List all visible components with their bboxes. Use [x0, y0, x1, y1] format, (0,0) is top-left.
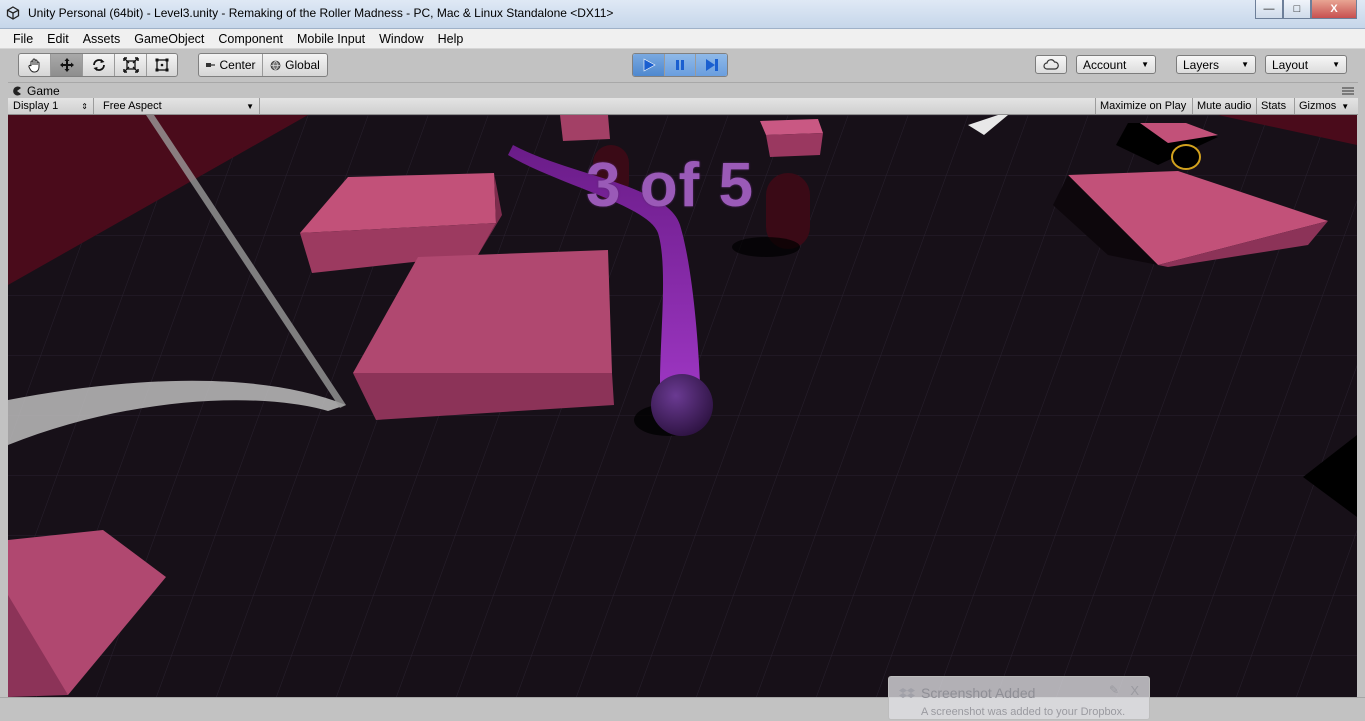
layout-dropdown[interactable]: Layout ▼	[1265, 55, 1347, 74]
pickup-counter: 3 of 5	[586, 151, 754, 220]
account-label: Account	[1083, 57, 1127, 72]
pivot-toggles: Center Global	[198, 53, 328, 77]
game-view-toolbar: Display 1 ⇕ Free Aspect ▼ Maximize on Pl…	[8, 98, 1358, 115]
menu-help[interactable]: Help	[431, 32, 471, 46]
rotate-tool-button[interactable]	[83, 54, 115, 76]
gizmos-dropdown[interactable]: Gizmos ▼	[1294, 98, 1356, 114]
rotate-icon	[92, 59, 105, 71]
tab-game[interactable]: Game	[12, 84, 60, 98]
hand-tool-button[interactable]	[19, 54, 51, 76]
dropbox-notification[interactable]: Screenshot Added A screenshot was added …	[888, 676, 1150, 720]
chevron-down-icon: ▼	[1332, 60, 1340, 69]
notification-close-button[interactable]: X	[1130, 683, 1139, 698]
play-controls	[632, 53, 728, 77]
window-title: Unity Personal (64bit) - Level3.unity - …	[28, 6, 614, 20]
step-button[interactable]	[696, 54, 727, 76]
menu-component[interactable]: Component	[211, 32, 290, 46]
pause-icon	[676, 60, 684, 70]
globe-icon	[270, 60, 281, 70]
play-icon	[643, 58, 656, 72]
space-global-button[interactable]: Global	[263, 54, 327, 76]
window-controls: — □ X	[1255, 0, 1357, 19]
menu-mobile-input[interactable]: Mobile Input	[290, 32, 372, 46]
pivot-icon	[206, 63, 216, 67]
menu-assets[interactable]: Assets	[76, 32, 128, 46]
chevron-down-icon: ▼	[1341, 101, 1350, 111]
menu-gameobject[interactable]: GameObject	[127, 32, 211, 46]
scale-tool-button[interactable]	[115, 54, 147, 76]
pin-icon[interactable]: ✎	[1109, 683, 1119, 697]
space-label: Global	[285, 58, 320, 72]
scale-icon	[122, 57, 139, 73]
layers-dropdown[interactable]: Layers ▼	[1176, 55, 1256, 74]
chevron-down-icon: ▼	[1241, 60, 1249, 69]
maximize-on-play-toggle[interactable]: Maximize on Play	[1095, 98, 1191, 114]
updown-icon: ⇕	[81, 101, 88, 111]
tab-game-label: Game	[27, 84, 60, 98]
collab-cloud-button[interactable]	[1035, 55, 1067, 74]
pickup-gold	[1171, 144, 1201, 170]
status-bar	[0, 697, 1365, 721]
hand-icon	[27, 58, 39, 73]
enemy-shadow	[732, 237, 800, 257]
menu-file[interactable]: File	[6, 32, 40, 46]
layers-label: Layers	[1183, 57, 1220, 72]
block-top	[560, 115, 610, 141]
main-toolbar: Center Global Account ▼ Layers ▼ Layout …	[8, 50, 1358, 80]
pivot-center-button[interactable]: Center	[199, 54, 263, 76]
pivot-label: Center	[219, 58, 256, 72]
chevron-down-icon: ▼	[246, 101, 254, 111]
menu-window[interactable]: Window	[372, 32, 430, 46]
menu-bar: File Edit Assets GameObject Component Mo…	[0, 29, 1365, 49]
menu-edit[interactable]: Edit	[40, 32, 76, 46]
gizmos-label: Gizmos	[1299, 100, 1337, 112]
transform-tools	[18, 53, 178, 77]
move-icon	[59, 58, 74, 72]
account-dropdown[interactable]: Account ▼	[1076, 55, 1156, 74]
chevron-down-icon: ▼	[1141, 60, 1149, 69]
panel-menu-icon[interactable]	[1342, 86, 1354, 96]
block-small-top	[760, 119, 823, 135]
game-viewport[interactable]: 3 of 5	[8, 115, 1357, 697]
dropbox-icon	[899, 688, 915, 698]
step-icon	[705, 59, 718, 71]
unity-logo-icon	[6, 6, 20, 20]
cloud-icon	[1043, 59, 1059, 70]
window-titlebar: Unity Personal (64bit) - Level3.unity - …	[0, 0, 1365, 29]
notification-body: A screenshot was added to your Dropbox.	[921, 706, 1126, 718]
aspect-label: Free Aspect	[103, 100, 162, 112]
display-dropdown[interactable]: Display 1 ⇕	[8, 98, 94, 114]
rect-icon	[155, 58, 169, 72]
player-ball	[651, 374, 713, 436]
maximize-button[interactable]: □	[1283, 0, 1311, 19]
close-button[interactable]: X	[1311, 0, 1357, 19]
pacman-icon	[13, 86, 21, 96]
stats-toggle[interactable]: Stats	[1256, 98, 1294, 114]
display-label: Display 1	[13, 100, 59, 112]
minimize-button[interactable]: —	[1255, 0, 1283, 19]
play-button[interactable]	[633, 54, 665, 76]
pause-button[interactable]	[665, 54, 696, 76]
rect-tool-button[interactable]	[147, 54, 177, 76]
block-small-side	[766, 133, 823, 157]
game-tab-strip: Game	[8, 82, 1358, 99]
mute-audio-toggle[interactable]: Mute audio	[1192, 98, 1256, 114]
layout-label: Layout	[1272, 57, 1309, 72]
move-tool-button[interactable]	[51, 54, 83, 76]
notification-title: Screenshot Added	[921, 685, 1036, 701]
aspect-dropdown[interactable]: Free Aspect ▼	[98, 98, 260, 114]
